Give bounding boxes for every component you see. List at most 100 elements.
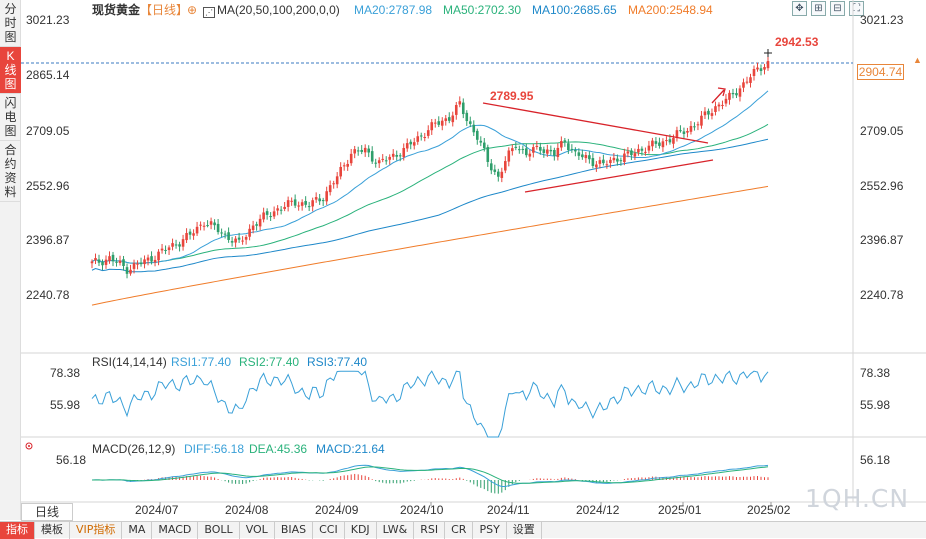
candle-body	[588, 155, 591, 160]
candle-body	[391, 153, 395, 157]
candle-body	[139, 262, 143, 265]
rsi-label: RSI(14,14,14)	[92, 355, 167, 369]
candle-body	[598, 160, 602, 164]
candle-body	[181, 239, 185, 247]
candle-body	[668, 139, 672, 143]
candle-body	[423, 136, 427, 138]
candle-body	[412, 142, 416, 146]
toolbar-cr[interactable]: CR	[445, 522, 474, 539]
candle-body	[206, 225, 209, 227]
toolbar-macd[interactable]: MACD	[152, 522, 199, 539]
candle-body	[167, 247, 171, 251]
toolbar-boll[interactable]: BOLL	[198, 522, 240, 539]
candle-body	[314, 197, 318, 200]
candle-body	[363, 147, 367, 153]
rsi-tick: 55.98	[860, 398, 891, 412]
price-tick: 2709.05	[860, 124, 904, 138]
candle-body	[731, 92, 735, 95]
toolbar-psy[interactable]: PSY	[473, 522, 507, 539]
candle-body	[346, 163, 349, 167]
candle-body	[276, 208, 279, 211]
toolbar-cci[interactable]: CCI	[313, 522, 345, 539]
candle-body	[419, 135, 423, 137]
candle-body	[696, 124, 700, 126]
price-tick-left: 3021.23	[26, 13, 70, 27]
candle-body	[153, 259, 157, 263]
candle-body	[304, 201, 307, 205]
toolbar-vol[interactable]: VOL	[240, 522, 275, 539]
candle-body	[433, 122, 437, 124]
candle-body	[104, 259, 108, 265]
toolbar-kdj[interactable]: KDJ	[345, 522, 377, 539]
toolbar-lw[interactable]: LW&	[377, 522, 415, 539]
toolbar-ma[interactable]: MA	[122, 522, 153, 539]
candle-body	[237, 237, 241, 240]
candle-body	[111, 254, 115, 262]
candle-body	[451, 115, 455, 123]
candle-body	[458, 101, 462, 105]
candle-body	[136, 263, 139, 265]
candle-body	[465, 112, 469, 122]
candle-body	[654, 141, 658, 144]
candle-body	[489, 163, 493, 171]
candle-body	[717, 104, 721, 107]
candle-body	[672, 137, 675, 144]
candle-body	[409, 141, 413, 145]
candle-body	[388, 156, 392, 160]
candle-body	[721, 104, 724, 106]
toolbar-indicators[interactable]: 指标	[0, 522, 35, 539]
candle-body	[255, 224, 258, 226]
peak-annotation: 2789.95	[490, 89, 534, 103]
candle-body	[195, 226, 199, 234]
candle-body	[605, 164, 609, 166]
candle-body	[461, 102, 465, 115]
candle-body	[405, 143, 409, 149]
ma200-line	[91, 185, 769, 306]
candle-body	[416, 136, 420, 142]
price-tick-left: 2865.14	[26, 68, 70, 82]
candle-body	[595, 164, 598, 168]
candle-body	[279, 209, 283, 211]
candle-body	[234, 238, 237, 243]
candle-body	[430, 122, 434, 131]
candle-body	[426, 130, 430, 136]
candle-body	[763, 67, 766, 70]
candle-body	[535, 145, 539, 147]
rsi-polyline	[91, 370, 769, 438]
toolbar-bias[interactable]: BIAS	[275, 522, 314, 539]
candle-body	[710, 113, 714, 116]
candle-body	[447, 117, 451, 121]
candle-body	[542, 149, 546, 153]
macd-dea-value: DEA:45.36	[249, 442, 308, 456]
period-selector[interactable]: 日线	[21, 503, 73, 521]
candle-body	[549, 149, 553, 152]
candle-body	[122, 259, 125, 266]
candle-body	[539, 146, 542, 151]
date-tick: 2025/01	[658, 503, 702, 517]
date-tick: 2024/09	[315, 503, 359, 517]
toolbar-vip[interactable]: VIP指标	[70, 522, 123, 539]
candle-body	[174, 244, 178, 246]
candle-body	[714, 106, 717, 112]
toolbar-template[interactable]: 模板	[35, 522, 70, 539]
candle-body	[300, 202, 304, 206]
candle-body	[125, 267, 129, 274]
candle-body	[475, 130, 479, 140]
toolbar-rsi[interactable]: RSI	[414, 522, 446, 539]
candle-body	[482, 142, 486, 149]
candle-body	[367, 148, 371, 153]
candle-body	[157, 251, 160, 261]
toolbar-settings[interactable]: 设置	[507, 522, 542, 539]
candle-body	[398, 155, 402, 157]
candle-body	[560, 141, 563, 148]
rsi-tick-left: 55.98	[50, 398, 81, 412]
candle-body	[328, 185, 332, 193]
candle-body	[223, 233, 227, 235]
candle-body	[244, 236, 248, 240]
candle-body	[738, 88, 742, 97]
candle-body	[97, 259, 101, 263]
macd-label: MACD(26,12,9)	[92, 442, 176, 456]
chart-canvas[interactable]	[0, 0, 926, 538]
candle-body	[101, 261, 104, 266]
candle-body	[325, 191, 328, 202]
